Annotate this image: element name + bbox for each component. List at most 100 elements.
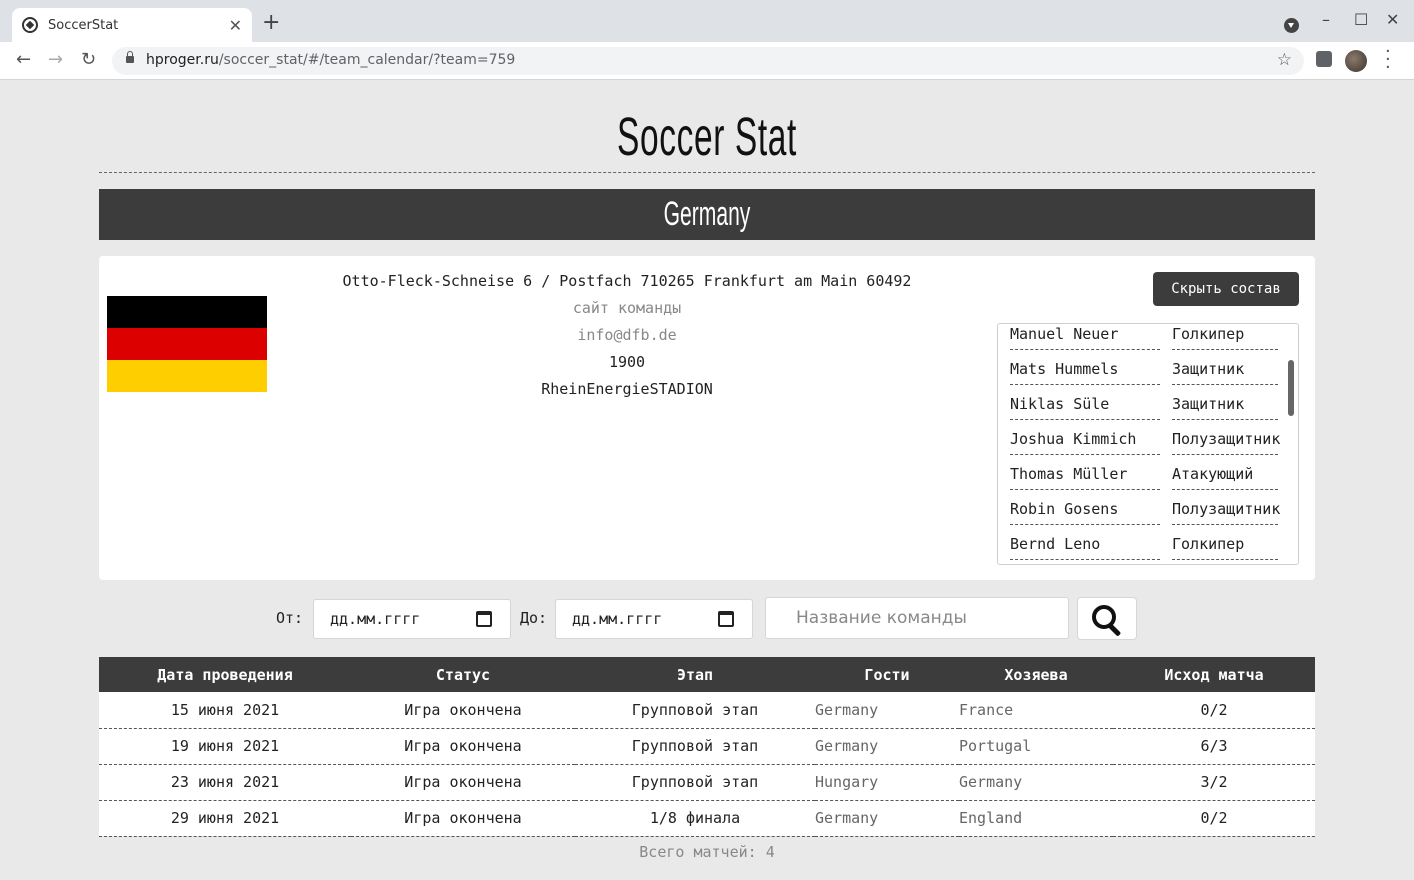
- url-text: hproger.ru/soccer_stat/#/team_calendar/?…: [146, 52, 516, 68]
- team-name: Germany: [663, 195, 751, 233]
- table-row: 29 июня 2021 Игра окончена 1/8 финала Germa…: [99, 800, 1315, 837]
- player-name: Joshua Kimmich: [1010, 430, 1160, 455]
- table-cell: 23 июня 2021: [99, 764, 351, 801]
- team-email-link[interactable]: info@dfb.de: [279, 324, 975, 351]
- table-cell: Групповой этап: [575, 728, 815, 765]
- table-cell: Germany: [815, 728, 959, 765]
- squad-row: Mats Hummels Защитник: [1010, 350, 1278, 385]
- table-cell: Игра окончена: [351, 764, 575, 801]
- table-cell: 29 июня 2021: [99, 800, 351, 837]
- team-header: Germany: [99, 189, 1315, 240]
- lock-icon: [126, 51, 134, 63]
- table-cell: Germany: [815, 800, 959, 837]
- team-flag: [107, 296, 267, 392]
- new-tab-button[interactable]: +: [262, 12, 280, 34]
- player-name: Bernd Leno: [1010, 535, 1160, 560]
- squad-row: Thomas Müller Атакующий: [1010, 455, 1278, 490]
- bookmark-star-icon[interactable]: ☆: [1277, 50, 1292, 70]
- player-name: Niklas Süle: [1010, 395, 1160, 420]
- player-position: Полузащитник: [1172, 500, 1280, 525]
- player-name: Robin Gosens: [1010, 500, 1160, 525]
- to-date-input[interactable]: дд.мм.гггг: [555, 599, 753, 639]
- table-cell: 0/2: [1113, 800, 1315, 837]
- maximize-button[interactable]: ☐: [1354, 10, 1368, 29]
- search-button[interactable]: [1077, 597, 1137, 640]
- browser-tab-bar: SoccerStat ✕ + – ☐ ✕: [0, 0, 1414, 42]
- tab-title: SoccerStat: [48, 17, 119, 33]
- search-icon: [1092, 605, 1122, 635]
- hide-squad-button[interactable]: Скрыть состав: [1153, 272, 1299, 306]
- squad-row: Robin Gosens Полузащитник: [1010, 490, 1280, 525]
- team-details: Otto-Fleck-Schneise 6 / Postfach 710265 …: [279, 270, 975, 405]
- player-name: Mats Hummels: [1010, 360, 1160, 385]
- to-date-label: До:: [520, 609, 548, 627]
- tab-search-icon[interactable]: [1284, 18, 1299, 33]
- table-cell: Portugal: [959, 728, 1113, 765]
- column-header[interactable]: Гости: [815, 657, 959, 692]
- team-search-input[interactable]: Название команды: [765, 597, 1069, 639]
- column-header[interactable]: Дата проведения: [99, 657, 351, 692]
- table-cell: Игра окончена: [351, 728, 575, 765]
- table-cell: France: [959, 692, 1113, 729]
- squad-row: Manuel Neuer Голкипер: [1010, 324, 1278, 350]
- table-row: 19 июня 2021 Игра окончена Групповой этап G…: [99, 728, 1315, 765]
- column-header[interactable]: Исход матча: [1113, 657, 1315, 692]
- close-window-button[interactable]: ✕: [1386, 10, 1399, 29]
- table-cell: 3/2: [1113, 764, 1315, 801]
- table-cell: 19 июня 2021: [99, 728, 351, 765]
- to-date-placeholder: дд.мм.гггг: [572, 610, 663, 628]
- table-cell: Germany: [959, 764, 1113, 801]
- soccer-ball-icon: [22, 17, 38, 33]
- table-cell: 1/8 финала: [575, 800, 815, 837]
- player-position: Голкипер: [1172, 325, 1278, 350]
- squad-row: Bernd Leno Голкипер: [1010, 525, 1278, 560]
- table-cell: Hungary: [815, 764, 959, 801]
- table-row: 15 июня 2021 Игра окончена Групповой этап G…: [99, 692, 1315, 729]
- flag-stripe-black: [107, 296, 267, 328]
- squad-row: Niklas Süle Защитник: [1010, 385, 1278, 420]
- player-position: Полузащитник: [1172, 430, 1280, 455]
- player-position: Защитник: [1172, 395, 1278, 420]
- team-founded: 1900: [608, 353, 646, 371]
- tab-close-icon[interactable]: ✕: [229, 16, 242, 35]
- back-arrow-icon[interactable]: ←: [16, 50, 31, 70]
- reload-icon[interactable]: ↻: [81, 50, 96, 70]
- minimize-button[interactable]: –: [1322, 10, 1330, 29]
- player-name: Thomas Müller: [1010, 465, 1160, 490]
- table-cell: Групповой этап: [575, 764, 815, 801]
- squad-row: Joshua Kimmich Полузащитник: [1010, 420, 1280, 455]
- player-position: Атакующий: [1172, 465, 1278, 490]
- matches-total: Всего матчей: 4: [639, 843, 775, 861]
- browser-toolbar: ← → ↻ hproger.ru/soccer_stat/#/team_cale…: [0, 42, 1414, 80]
- table-cell: 6/3: [1113, 728, 1315, 765]
- from-date-label: От:: [276, 609, 304, 627]
- column-header[interactable]: Хозяева: [959, 657, 1113, 692]
- browser-menu-icon[interactable]: · · ·: [1385, 43, 1391, 77]
- player-position: Голкипер: [1172, 535, 1278, 560]
- forward-arrow-icon[interactable]: →: [48, 50, 63, 70]
- table-cell: Игра окончена: [351, 692, 575, 729]
- table-cell: 0/2: [1113, 692, 1315, 729]
- table-cell: Germany: [815, 692, 959, 729]
- player-name: Manuel Neuer: [1010, 325, 1160, 350]
- browser-tab[interactable]: SoccerStat ✕: [12, 8, 252, 42]
- column-header[interactable]: Статус: [351, 657, 575, 692]
- from-date-input[interactable]: дд.мм.гггг: [313, 599, 511, 639]
- table-cell: England: [959, 800, 1113, 837]
- calendar-icon[interactable]: [718, 611, 734, 627]
- team-address: Otto-Fleck-Schneise 6 / Postfach 710265 …: [342, 272, 912, 290]
- flag-stripe-red: [107, 328, 267, 360]
- address-bar[interactable]: hproger.ru/soccer_stat/#/team_calendar/?…: [112, 47, 1304, 75]
- table-cell: 15 июня 2021: [99, 692, 351, 729]
- from-date-placeholder: дд.мм.гггг: [330, 610, 421, 628]
- squad-list[interactable]: Manuel Neuer Голкипер Mats Hummels Защитник…: [997, 323, 1299, 565]
- extensions-puzzle-icon[interactable]: [1316, 51, 1332, 67]
- profile-avatar[interactable]: [1345, 50, 1367, 72]
- table-row: 23 июня 2021 Игра окончена Групповой этап H…: [99, 764, 1315, 801]
- title-divider: [99, 172, 1315, 173]
- column-header[interactable]: Этап: [575, 657, 815, 692]
- calendar-icon[interactable]: [476, 611, 492, 627]
- team-info-card: Otto-Fleck-Schneise 6 / Postfach 710265 …: [99, 256, 1315, 580]
- squad-scrollbar[interactable]: [1288, 360, 1294, 416]
- team-website-link[interactable]: сайт команды: [279, 297, 975, 324]
